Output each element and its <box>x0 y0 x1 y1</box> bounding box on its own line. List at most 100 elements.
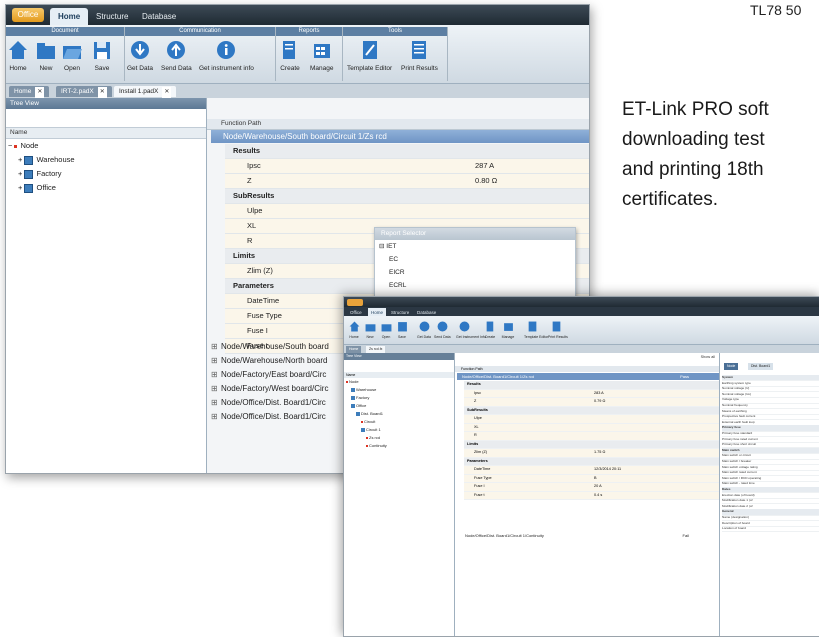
detail-section-results: Results <box>464 381 719 390</box>
detail-row: XL <box>464 423 719 432</box>
title-bar: Office Home Structure Database <box>6 5 589 25</box>
tab-structure[interactable]: Structure <box>88 8 136 25</box>
tree-item-circuit[interactable]: Circuit <box>344 418 454 426</box>
doc-tab-irt[interactable]: IRT-2.padX ✕ <box>56 86 112 98</box>
detail-row: Zlim (Z) 1.75 Ω <box>464 449 719 458</box>
collapsed-result-row[interactable]: Node/Warehouse/North board <box>211 354 361 368</box>
manage-button[interactable]: Manage <box>310 39 334 72</box>
tree-item-node[interactable]: Node <box>344 378 454 386</box>
tree-item-node[interactable]: − Node <box>6 139 206 153</box>
doc-tab-home[interactable]: Home <box>346 346 362 353</box>
detail-row: Ulpe <box>225 204 589 219</box>
save-label: Save <box>398 335 406 339</box>
template-editor-button[interactable]: Template Editor <box>347 39 392 72</box>
detail-label: Results <box>467 382 481 386</box>
save-icon <box>397 322 407 332</box>
tree-item-label: Warehouse <box>356 387 377 392</box>
tab-database[interactable]: Database <box>134 8 184 25</box>
save-button[interactable]: Save <box>92 39 112 72</box>
get-instrument-info-button[interactable]: Get instrument info <box>199 39 254 72</box>
print-results-button[interactable]: Print Results <box>401 39 438 72</box>
detail-label: R <box>474 433 477 437</box>
report-item-ecrl[interactable]: ECRL <box>375 279 575 292</box>
new-button[interactable]: New <box>362 320 378 339</box>
print-results-button[interactable]: Print Results <box>548 320 568 339</box>
selected-result-row[interactable]: Node/Warehouse/South board/Circuit 1/Zs … <box>211 130 589 143</box>
tree-item-office[interactable]: + Office <box>6 181 206 195</box>
detail-row: Fuse I 20 A <box>464 483 719 492</box>
close-icon[interactable]: ✕ <box>35 87 45 98</box>
app-menu-button[interactable] <box>347 299 363 306</box>
report-item-ec[interactable]: EC <box>375 253 575 266</box>
report-selector-title: Report Selector <box>375 228 575 240</box>
home-button[interactable]: Home <box>8 39 28 72</box>
home-icon <box>349 321 359 332</box>
create-button[interactable]: Create <box>482 320 498 339</box>
office-menu-button[interactable]: Office <box>12 8 44 22</box>
collapsed-result-row[interactable]: Node/Office/Dist. Board1/Circ <box>211 410 361 424</box>
report-group-iet[interactable]: ⊟ IET <box>375 240 575 253</box>
ribbon: Document Home New Open Save Communicatio… <box>6 25 589 84</box>
tree-item-dist-board[interactable]: Dist. Board1 <box>344 410 454 418</box>
template-editor-button[interactable]: Template Editor <box>524 320 548 339</box>
open-button[interactable]: Open <box>378 320 394 339</box>
create-report-icon <box>486 321 493 332</box>
tree-item-zs-rcd[interactable]: Zs rcd <box>344 434 454 442</box>
tab-dist-board[interactable]: Dist. Board1 <box>748 363 774 370</box>
expand-icon[interactable]: + <box>18 155 22 164</box>
doc-tab-install[interactable]: Install 1.padX ✕ <box>114 86 177 98</box>
collapse-icon[interactable]: ⊟ <box>379 243 384 250</box>
collapsed-result-row[interactable]: Node/Factory/West board/Circ <box>211 382 361 396</box>
result-details: Results Ipsc 283 A Z 0.79 Ω SubResults Ulp… <box>464 381 719 500</box>
result-row[interactable]: Node/Office/Dist. Board1/Circuit 1/Conti… <box>457 532 719 539</box>
tree-item-circuit-1[interactable]: Circuit 1 <box>344 426 454 434</box>
close-icon[interactable]: ✕ <box>97 87 107 98</box>
tree-item-warehouse[interactable]: + Warehouse <box>6 153 206 167</box>
tree-item-warehouse[interactable]: Warehouse <box>344 386 454 394</box>
get-data-button[interactable]: Get Data <box>416 320 432 339</box>
collapsed-result-row[interactable]: Node/Office/Dist. Board1/Circ <box>211 396 361 410</box>
show-all-toggle[interactable]: Show all <box>701 355 715 359</box>
get-instrument-info-button[interactable]: Get Instrument Info <box>456 320 486 339</box>
home-button[interactable]: Home <box>346 320 362 339</box>
new-label: New <box>39 65 53 72</box>
detail-label: DateTime <box>474 467 491 471</box>
get-data-button[interactable]: Get Data <box>127 39 153 72</box>
tree-item-factory[interactable]: + Factory <box>6 167 206 181</box>
new-button[interactable]: New <box>36 39 56 72</box>
property-row[interactable]: Location of board <box>722 526 819 533</box>
manage-button[interactable]: Manage <box>500 320 516 339</box>
detail-label: XL <box>474 424 479 429</box>
open-button[interactable]: Open <box>62 39 82 72</box>
doc-tab-zs-rcd[interactable]: Zs rcd.fx <box>366 346 386 353</box>
expand-icon[interactable]: + <box>18 169 22 178</box>
tree-view-title: Tree View <box>6 98 206 109</box>
tree-item-office[interactable]: Office <box>344 402 454 410</box>
tree-item-factory[interactable]: Factory <box>344 394 454 402</box>
close-icon[interactable]: ✕ <box>162 87 172 98</box>
report-item-eicr[interactable]: EICR <box>375 266 575 279</box>
tree-item-continuity[interactable]: Continuity <box>344 442 454 450</box>
tab-node[interactable]: Node <box>724 363 739 370</box>
detail-label: Limits <box>233 251 256 260</box>
save-button[interactable]: Save <box>394 320 410 339</box>
collapsed-result-row[interactable]: Node/Warehouse/South board <box>211 340 361 354</box>
detail-label: Zlim (Z) <box>247 266 273 275</box>
print-results-icon <box>552 321 560 332</box>
collapse-icon[interactable]: − <box>8 141 12 150</box>
detail-value: 0.4 s <box>594 492 603 497</box>
doc-tab-home[interactable]: Home ✕ <box>9 86 50 98</box>
detail-row: Ipsc 287 A <box>225 159 589 174</box>
detail-section-subresults: SubResults <box>225 189 589 204</box>
collapsed-result-row[interactable]: Node/Factory/East board/Circ <box>211 368 361 382</box>
send-data-button[interactable]: Send Data <box>161 39 192 72</box>
send-data-button[interactable]: Send Data <box>434 320 451 339</box>
print-results-label: Print Results <box>548 335 568 339</box>
expand-icon[interactable]: + <box>18 183 22 192</box>
detail-label: Fuse I <box>474 484 485 488</box>
template-editor-icon <box>528 321 536 332</box>
tab-home[interactable]: Home <box>50 8 89 25</box>
tree-view-pane: Tree View Name Node Warehouse Factory Of… <box>344 353 455 636</box>
selected-result-row[interactable]: Node/Office/Dist. Board1/Circuit 1/Zs rc… <box>457 373 719 380</box>
create-button[interactable]: Create <box>280 39 300 72</box>
